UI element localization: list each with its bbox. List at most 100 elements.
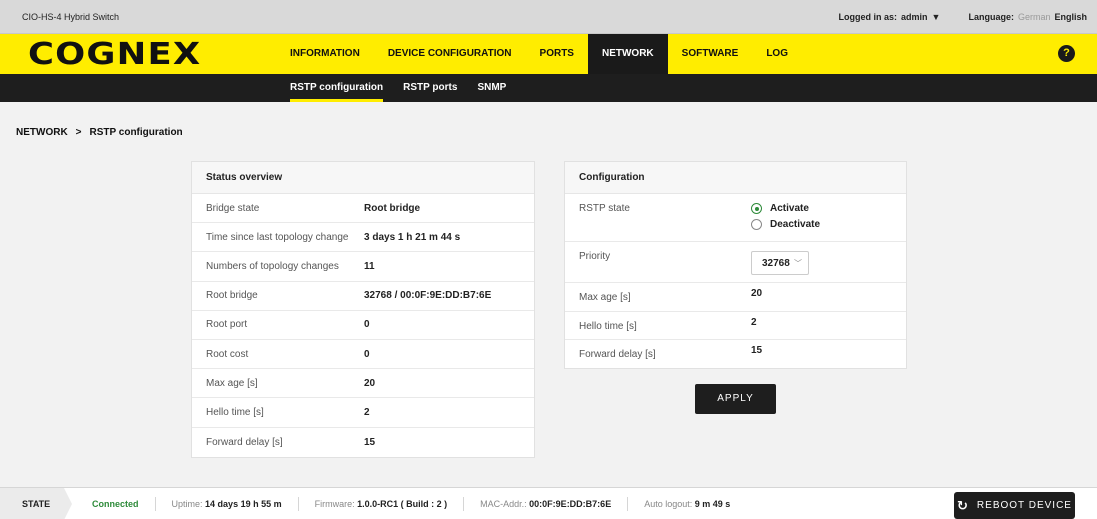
config-row-rstp-state: RSTP state Activate Deactivate	[565, 194, 906, 242]
status-label: Forward delay [s]	[206, 436, 283, 448]
status-row: Root bridge 32768 / 00:0F:9E:DD:B7:6E	[192, 282, 534, 311]
auto-logout: Auto logout: 9 m 49 s	[627, 497, 746, 511]
forward-delay-input[interactable]: 15	[737, 340, 762, 368]
uptime-label: Uptime:	[171, 499, 203, 509]
top-info-bar: CIO-HS-4 Hybrid Switch Logged in as: adm…	[0, 0, 1097, 34]
hello-time-input[interactable]: 2	[737, 312, 757, 339]
status-value: Root bridge	[364, 202, 421, 214]
breadcrumb-separator-icon: >	[75, 127, 82, 138]
reboot-device-button[interactable]: ↻ REBOOT DEVICE	[954, 492, 1075, 519]
configuration-title: Configuration	[565, 162, 906, 194]
status-row: Forward delay [s] 15	[192, 428, 534, 457]
nav-ports[interactable]: PORTS	[526, 34, 588, 74]
connection-status: Connected	[92, 499, 139, 509]
status-value: 20	[364, 377, 376, 389]
status-row: Numbers of topology changes 11	[192, 252, 534, 282]
status-label: Max age [s]	[206, 377, 258, 389]
top-right-area: Logged in as: admin ▼ Language: German E…	[839, 12, 1087, 22]
priority-label: Priority	[579, 251, 611, 262]
user-menu[interactable]: admin	[901, 12, 928, 22]
logged-in-label: Logged in as:	[838, 12, 898, 22]
device-name: CIO-HS-4 Hybrid Switch	[22, 12, 120, 22]
user-menu-caret-icon[interactable]: ▼	[932, 12, 941, 22]
rstp-activate-label[interactable]: Activate	[770, 203, 809, 214]
max-age-input[interactable]: 20	[737, 283, 762, 311]
nav-log[interactable]: LOG	[752, 34, 802, 74]
firmware-value: 1.0.0-RC1 ( Build : 2 )	[357, 499, 448, 509]
breadcrumb: NETWORK > RSTP configuration	[16, 127, 183, 138]
status-value: 0	[364, 319, 370, 331]
mac-label: MAC-Addr.:	[480, 499, 527, 509]
status-value: 2	[364, 406, 370, 418]
status-label: Hello time [s]	[206, 406, 264, 418]
nav-network[interactable]: NETWORK	[587, 34, 668, 74]
main-header: COGNEX INFORMATION DEVICE CONFIGURATION …	[0, 34, 1097, 74]
status-label: Numbers of topology changes	[206, 260, 339, 272]
language-german[interactable]: German	[1018, 12, 1051, 22]
nav-information[interactable]: INFORMATION	[276, 34, 374, 74]
status-row: Bridge state Root bridge	[192, 194, 534, 224]
priority-value[interactable]: 32768	[762, 258, 790, 269]
tab-rstp-configuration[interactable]: RSTP configuration	[280, 74, 393, 102]
status-footer: STATE Connected Uptime: 14 days 19 h 55 …	[0, 487, 1097, 519]
status-label: Root port	[206, 319, 248, 331]
status-label: Root cost	[206, 348, 249, 360]
status-value: 3 days 1 h 21 m 44 s	[364, 231, 461, 243]
firmware-label: Firmware:	[314, 499, 355, 509]
rstp-state-radio-group: Activate Deactivate	[737, 194, 820, 241]
config-row-hello-time: Hello time [s] 2	[565, 312, 906, 340]
status-overview-title: Status overview	[192, 162, 534, 194]
auto-logout-label: Auto logout:	[644, 499, 693, 509]
language-english[interactable]: English	[1054, 12, 1087, 22]
status-row: Max age [s] 20	[192, 369, 534, 399]
status-value: 32768 / 00:0F:9E:DD:B7:6E	[364, 290, 492, 302]
status-label: Bridge state	[206, 202, 260, 214]
status-overview-panel: Status overview Bridge state Root bridge…	[191, 161, 535, 458]
footer-items: Connected Uptime: 14 days 19 h 55 m Firm…	[92, 488, 746, 519]
sub-nav: RSTP configuration RSTP ports SNMP	[0, 74, 1097, 102]
rstp-activate-radio[interactable]: Activate	[751, 203, 820, 214]
max-age-label: Max age [s]	[579, 292, 631, 303]
tab-snmp[interactable]: SNMP	[467, 74, 516, 102]
rstp-deactivate-radio[interactable]: Deactivate	[751, 219, 820, 230]
breadcrumb-page: RSTP configuration	[89, 127, 183, 138]
firmware: Firmware: 1.0.0-RC1 ( Build : 2 )	[297, 497, 464, 511]
config-row-priority: Priority 32768 ﹀	[565, 242, 906, 283]
reload-icon[interactable]: ↻	[957, 498, 969, 514]
help-icon[interactable]: ?	[1058, 45, 1075, 62]
cognex-logo: COGNEX	[28, 37, 202, 72]
status-value: 0	[364, 348, 370, 360]
status-row: Time since last topology change 3 days 1…	[192, 223, 534, 253]
forward-delay-label: Forward delay [s]	[579, 349, 656, 360]
hello-time-label: Hello time [s]	[579, 321, 637, 332]
mac-value: 00:0F:9E:DD:B7:6E	[529, 499, 612, 509]
auto-logout-value: 9 m 49 s	[694, 499, 731, 509]
sub-nav-items: RSTP configuration RSTP ports SNMP	[280, 74, 516, 102]
nav-device-configuration[interactable]: DEVICE CONFIGURATION	[374, 34, 526, 74]
uptime: Uptime: 14 days 19 h 55 m	[154, 497, 298, 511]
config-row-forward-delay: Forward delay [s] 15	[565, 340, 906, 368]
reboot-label[interactable]: REBOOT DEVICE	[977, 500, 1072, 511]
tab-rstp-ports[interactable]: RSTP ports	[393, 74, 467, 102]
breadcrumb-section[interactable]: NETWORK	[16, 127, 68, 138]
uptime-value: 14 days 19 h 55 m	[205, 499, 282, 509]
state-label: STATE	[0, 488, 72, 519]
rstp-deactivate-label[interactable]: Deactivate	[770, 219, 820, 230]
main-nav: INFORMATION DEVICE CONFIGURATION PORTS N…	[276, 34, 802, 74]
status-row: Root port 0	[192, 311, 534, 340]
radio-checked-icon[interactable]	[751, 203, 762, 214]
apply-button[interactable]: APPLY	[695, 384, 776, 414]
nav-software[interactable]: SOFTWARE	[668, 34, 753, 74]
status-value: 11	[364, 260, 375, 272]
status-label: Time since last topology change	[206, 231, 349, 243]
chevron-down-icon[interactable]: ﹀	[794, 258, 802, 269]
rstp-state-label: RSTP state	[579, 203, 630, 214]
priority-select[interactable]: 32768 ﹀	[751, 251, 809, 275]
status-value: 15	[364, 436, 376, 448]
language-label: Language:	[968, 12, 1014, 22]
status-row: Hello time [s] 2	[192, 398, 534, 428]
status-row: Root cost 0	[192, 340, 534, 370]
radio-unchecked-icon[interactable]	[751, 219, 762, 230]
status-label: Root bridge	[206, 290, 258, 302]
configuration-panel: Configuration RSTP state Activate Deacti…	[564, 161, 907, 369]
